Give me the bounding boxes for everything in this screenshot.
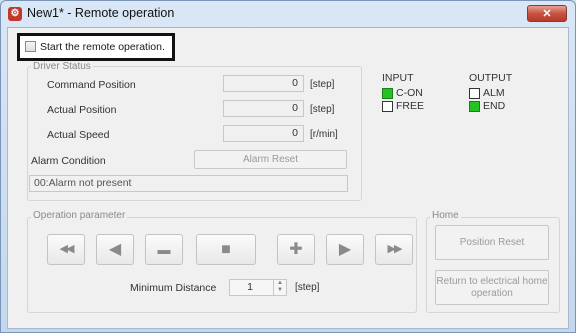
play-right-icon: ▶ [338, 240, 352, 258]
remote-operation-window: ⚙ New1* - Remote operation ✕ Start the r… [0, 0, 576, 333]
output-heading: OUTPUT [469, 72, 513, 84]
c-on-label: C-ON [396, 87, 423, 99]
actual-position-field: 0 [223, 100, 304, 117]
actual-speed-unit: [r/min] [310, 129, 338, 140]
fast-reverse-button[interactable]: ◀◀ [47, 234, 85, 265]
window-title: New1* - Remote operation [27, 6, 175, 20]
alm-indicator [469, 88, 480, 99]
plus-icon: ✚ [289, 240, 303, 258]
c-on-indicator [382, 88, 393, 99]
minus-icon: ▬ [157, 242, 171, 257]
command-position-label: Command Position [47, 79, 136, 91]
spinner-arrows-icon[interactable]: ▲ ▼ [273, 280, 286, 295]
driver-status-title: Driver Status [31, 61, 93, 72]
actual-position-unit: [step] [310, 104, 335, 115]
fast-forward-button[interactable]: ▶▶ [375, 234, 413, 265]
fast-forward-icon: ▶▶ [387, 243, 403, 255]
actual-speed-label: Actual Speed [47, 129, 110, 141]
end-indicator [469, 101, 480, 112]
minimum-distance-spinner[interactable]: 1 ▲ ▼ [229, 279, 287, 296]
close-button[interactable]: ✕ [527, 5, 567, 22]
reverse-button[interactable]: ◀ [96, 234, 134, 265]
minimum-distance-value: 1 [247, 281, 253, 293]
actual-position-label: Actual Position [47, 104, 117, 116]
actual-speed-field: 0 [223, 125, 304, 142]
start-remote-label: Start the remote operation. [40, 41, 165, 53]
fast-rewind-icon: ◀◀ [59, 243, 75, 255]
command-position-unit: [step] [310, 79, 335, 90]
free-indicator [382, 101, 393, 112]
home-title: Home [430, 210, 461, 221]
alm-label: ALM [483, 87, 505, 99]
position-reset-button[interactable]: Position Reset [435, 225, 549, 260]
input-heading: INPUT [382, 72, 414, 84]
stop-icon: ■ [221, 240, 231, 258]
minimum-distance-unit: [step] [295, 282, 320, 293]
end-label: END [483, 100, 506, 112]
minimum-distance-label: Minimum Distance [130, 282, 217, 294]
alarm-status-field: 00:Alarm not present [29, 175, 348, 192]
alarm-condition-label: Alarm Condition [31, 155, 106, 167]
title-bar: ⚙ New1* - Remote operation ✕ [1, 1, 575, 27]
remote-operation-highlight: Start the remote operation. [17, 33, 175, 61]
free-label: FREE [396, 100, 425, 112]
minus-button[interactable]: ▬ [145, 234, 183, 265]
return-home-button[interactable]: Return to electrical home operation [435, 270, 549, 305]
forward-button[interactable]: ▶ [326, 234, 364, 265]
plus-button[interactable]: ✚ [277, 234, 315, 265]
start-remote-checkbox[interactable] [25, 41, 36, 52]
command-position-field: 0 [223, 75, 304, 92]
stop-button[interactable]: ■ [196, 234, 256, 265]
app-icon: ⚙ [8, 7, 22, 21]
operation-parameter-group [27, 217, 417, 313]
play-left-icon: ◀ [108, 240, 122, 258]
alarm-reset-button[interactable]: Alarm Reset [194, 150, 347, 169]
operation-parameter-title: Operation parameter [31, 210, 128, 221]
